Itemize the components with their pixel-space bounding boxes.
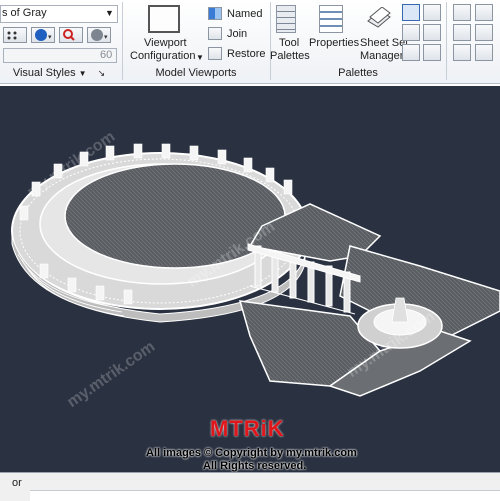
properties-button[interactable]: Properties [309,3,360,63]
watermark-text: my.mtrik.com [64,338,159,412]
visual-styles-panel-title[interactable]: Visual Styles ▼ ↘ [0,66,118,81]
brush-icon[interactable] [475,44,493,61]
shadow-icon[interactable] [59,27,83,43]
join-label: Join [227,28,248,40]
sheet-set-icon [366,6,392,29]
tool-palettes-button[interactable]: Tool Palettes [270,3,310,63]
palettes-panel-title: Palettes [338,67,378,79]
named-viewports-icon [208,7,222,20]
sheet-set-label-2: Manager [360,50,404,62]
visual-style-dropdown-value: s of Gray [2,7,47,19]
join-viewports-button[interactable]: Join [208,26,268,42]
chevron-down-icon: ▼ [196,53,204,62]
paint-icon[interactable] [453,44,471,61]
command-line-text: or [12,477,22,489]
layer-properties-icon[interactable] [423,44,441,61]
material-icon[interactable]: ▾ [87,27,111,43]
opacity-field-value: 60 [100,49,113,61]
rights-text: All Rights reserved. [203,460,307,472]
model-viewports-panel-title: Model Viewports [155,67,237,79]
face-color-icon[interactable]: ▾ [31,27,55,43]
join-icon [208,27,222,40]
command-input[interactable] [30,490,500,501]
restore-label: Restore [227,48,266,60]
drawing-viewport[interactable]: my.mtrik.com my.mtrik.com my.mtrik.com m… [0,86,500,472]
restore-icon [208,47,222,60]
viewport-config-label-1: Viewport [144,37,187,49]
command-line-toggle-icon[interactable] [402,44,420,61]
panel-divider [122,2,123,80]
dropdown-arrow-icon: ▼ [78,69,87,78]
tool-palettes-label-2: Palettes [270,50,310,62]
blue-sphere-icon: ▾ [35,29,52,41]
properties-icon [319,5,343,33]
design-center-icon[interactable] [402,4,420,21]
panel-divider [270,2,271,80]
dialog-launcher-icon[interactable]: ↘ [98,68,106,78]
watermark-text: my.mtrik.com [344,308,439,382]
watermark-text: my.mtrik.com [24,128,119,202]
toolbars-icon[interactable] [475,24,493,41]
viewport-configuration-button[interactable]: Viewport Configuration ▼ [128,3,204,63]
external-references-icon[interactable] [423,24,441,41]
edge-settings-icon[interactable] [3,27,27,43]
copyright-text: All images © Copyright by my.mtrik.com [146,447,357,459]
watermark-text: my.mtrik.com [184,218,279,292]
user-interface-icon[interactable] [453,24,471,41]
markup-set-icon[interactable] [423,4,441,21]
mtrik-logo: MTRiK [210,416,285,441]
visual-style-dropdown[interactable]: s of Gray ▼ [0,5,118,23]
tool-palettes-icon [276,5,296,33]
chevron-down-icon: ▼ [105,8,114,18]
viewport-config-icon [148,5,180,33]
restore-viewports-button[interactable]: Restore [208,46,268,62]
ribbon: s of Gray ▼ ▾ ▾ 60 Visual Styles ▼ ↘ Vie… [0,0,500,84]
named-label: Named [227,8,263,20]
command-line[interactable]: or [0,472,500,501]
sheet-set-manager-button[interactable]: Sheet Set Manager [358,3,408,63]
grid-dots-icon [7,31,17,40]
lock-icon[interactable] [453,4,471,21]
panel-divider [446,2,447,80]
svg-text:▾: ▾ [48,34,52,41]
visual-styles-title-text: Visual Styles [12,67,76,79]
named-viewports-button[interactable]: Named [208,6,268,22]
opacity-field[interactable]: 60 [3,48,117,63]
window-icon[interactable] [475,4,493,21]
tool-palettes-label-1: Tool [279,37,300,49]
watermark-layer: my.mtrik.com my.mtrik.com my.mtrik.com m… [0,86,500,472]
svg-text:▾: ▾ [104,34,108,41]
grey-sphere-icon: ▾ [91,29,108,41]
magnifier-red-icon [63,29,75,41]
calculator-icon[interactable] [402,24,420,41]
viewport-config-label-2: Configuration [130,50,196,62]
properties-label: Properties [309,37,360,49]
